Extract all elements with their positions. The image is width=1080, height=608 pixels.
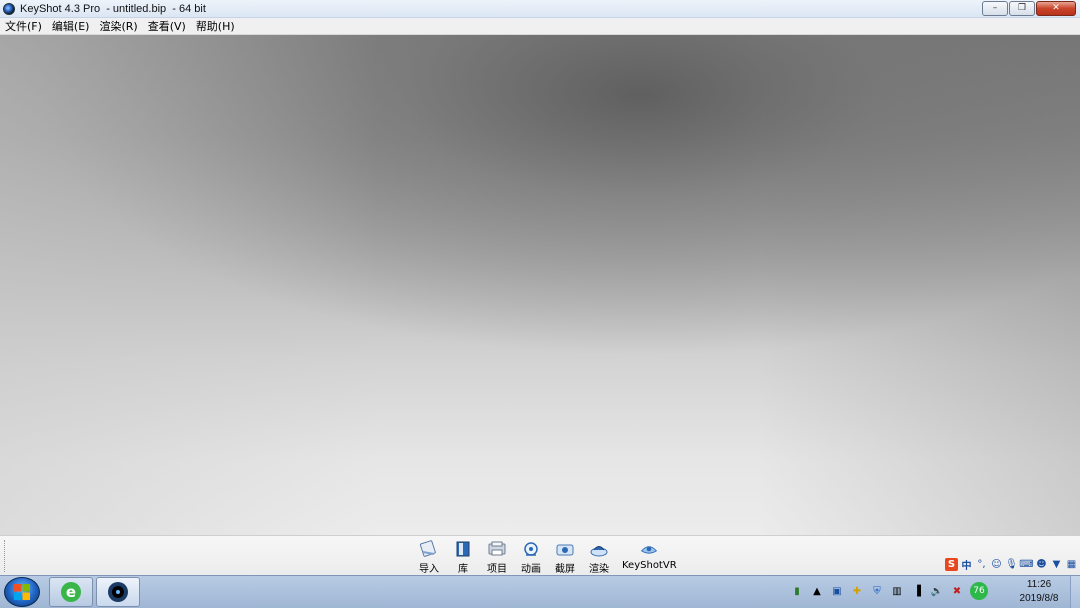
security-plus-icon[interactable]: ✚ (850, 584, 864, 598)
minimize-icon: – (992, 3, 998, 13)
tool-project[interactable]: 项目 (480, 540, 514, 575)
sogou-icon[interactable]: S (945, 558, 958, 571)
system-tray: ▮ ▲ ▣ ✚ ⛨ ▥ ▐ 🔊 ✖ 76 (790, 582, 988, 600)
tool-library[interactable]: 库 (446, 540, 480, 575)
system-clock[interactable]: 11:26 2019/8/8 (1010, 578, 1068, 606)
menu-render[interactable]: 渲染(R) (94, 18, 142, 34)
signal-icon[interactable]: ▐ (910, 584, 924, 598)
animation-icon (520, 540, 542, 558)
windows-logo-icon (14, 584, 30, 600)
minimize-button[interactable]: – (982, 1, 1008, 16)
screenshot-icon (554, 540, 576, 558)
svg-text:e: e (66, 583, 76, 601)
close-icon: ✕ (1052, 3, 1060, 13)
render-icon (588, 540, 610, 558)
tool-import[interactable]: 导入 (412, 540, 446, 575)
tool-screenshot[interactable]: 截屏 (548, 540, 582, 575)
user-icon[interactable]: ☻ (1035, 558, 1048, 571)
network-device-icon[interactable]: ▣ (830, 584, 844, 598)
start-button[interactable] (4, 577, 40, 607)
menu-view[interactable]: 查看(V) (143, 18, 191, 34)
menu-help[interactable]: 帮助(H) (191, 18, 240, 34)
battery-icon[interactable]: ▮ (790, 584, 804, 598)
taskbar: e ▮ ▲ ▣ ✚ ⛨ ▥ ▐ 🔊 ✖ 76 11:26 2019/8/8 (0, 575, 1080, 608)
tool-animation[interactable]: 动画 (514, 540, 548, 575)
tool-keyshotvr-label: KeyShotVR (622, 560, 677, 571)
tool-render-label: 渲染 (589, 564, 609, 575)
tool-project-label: 项目 (487, 564, 507, 575)
tray-expand-icon[interactable]: ▲ (810, 584, 824, 598)
punctuation-icon[interactable]: °, (975, 558, 988, 571)
taskbar-keyshot-button[interactable] (96, 577, 140, 607)
menu-edit[interactable]: 编辑(E) (47, 18, 95, 34)
close-button[interactable]: ✕ (1036, 1, 1076, 16)
project-icon (486, 540, 508, 558)
clock-date: 2019/8/8 (1019, 593, 1059, 604)
taskbar-browser-button[interactable]: e (49, 577, 93, 607)
restore-icon: ❐ (1017, 3, 1027, 13)
window-title: KeyShot 4.3 Pro - untitled.bip - 64 bit (20, 2, 206, 15)
menu-file[interactable]: 文件(F) (0, 18, 47, 34)
toolbox-icon[interactable]: ▦ (1065, 558, 1078, 571)
emoji-icon[interactable]: ☺ (990, 558, 1003, 571)
keyshotvr-icon (638, 540, 660, 558)
tray-badge[interactable]: 76 (970, 582, 988, 600)
volume-icon[interactable]: 🔊 (930, 584, 944, 598)
keyboard-icon[interactable]: ⌨ (1019, 558, 1033, 571)
keyshot-app-icon[interactable] (3, 2, 15, 15)
menu-bar: 文件(F) 编辑(E) 渲染(R) 查看(V) 帮助(H) (0, 18, 1080, 35)
keyshot-app-icon (108, 582, 128, 602)
import-icon (418, 540, 440, 558)
network-error-icon[interactable]: ✖ (950, 584, 964, 598)
toolbar-tools: 导入 库 项目 动画 截屏 渲染 KeyShotVR (412, 540, 683, 575)
tool-library-label: 库 (458, 564, 468, 575)
ime-toolbar: S 中 °, ☺ 🎙 ⌨ ☻ ▼ ▦ (945, 558, 1078, 572)
render-viewport[interactable] (0, 35, 1080, 535)
library-icon (452, 540, 474, 558)
tool-keyshotvr[interactable]: KeyShotVR (616, 540, 683, 575)
window-controls: – ❐ ✕ (982, 1, 1076, 16)
skin-icon[interactable]: ▼ (1050, 558, 1063, 571)
toolbar-grip[interactable] (4, 540, 6, 572)
microphone-icon[interactable]: 🎙 (1005, 558, 1018, 571)
restore-button[interactable]: ❐ (1009, 1, 1035, 16)
tool-import-label: 导入 (419, 564, 439, 575)
clock-time: 11:26 (1026, 579, 1052, 590)
show-desktop-button[interactable] (1070, 576, 1080, 608)
tool-screenshot-label: 截屏 (555, 564, 575, 575)
device-icon[interactable]: ▥ (890, 584, 904, 598)
browser-icon: e (61, 582, 81, 602)
tool-render[interactable]: 渲染 (582, 540, 616, 575)
shield-icon[interactable]: ⛨ (870, 584, 884, 598)
bottom-toolbar: 导入 库 项目 动画 截屏 渲染 KeyShotVR S 中 °, ☺ 🎙 ⌨ … (0, 535, 1080, 575)
tool-animation-label: 动画 (521, 564, 541, 575)
ime-mode[interactable]: 中 (960, 558, 973, 572)
title-bar[interactable]: KeyShot 4.3 Pro - untitled.bip - 64 bit … (0, 0, 1080, 18)
